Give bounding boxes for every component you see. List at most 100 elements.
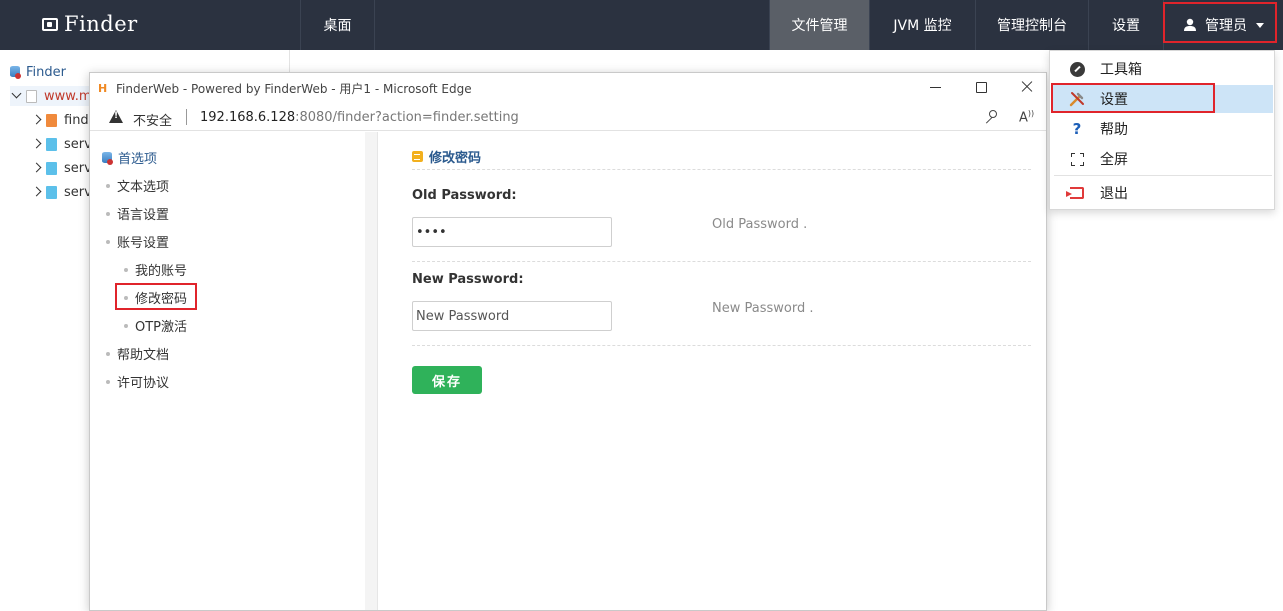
settings-item-help-docs[interactable]: 帮助文档 xyxy=(106,344,169,363)
read-aloud-icon[interactable]: A)) xyxy=(1019,109,1034,125)
menu-item-help[interactable]: ? 帮助 xyxy=(1051,115,1273,143)
nav-jvm-monitor[interactable]: JVM 监控 xyxy=(869,0,975,50)
settings-sidebar: 首选项 文本选项 语言设置 账号设置 我的账号 修改密码 OTP激活 帮助文档 xyxy=(90,132,378,610)
tree-item[interactable]: serv xyxy=(30,134,92,154)
settings-item-language[interactable]: 语言设置 xyxy=(106,204,169,223)
note-icon xyxy=(412,151,423,162)
nav-file-manager[interactable]: 文件管理 xyxy=(769,0,869,50)
sidebar-scrollbar[interactable] xyxy=(365,132,377,610)
folder-icon xyxy=(46,113,57,127)
settings-item-label: 文本选项 xyxy=(117,180,170,195)
tree-host-label: www.m xyxy=(44,88,92,104)
old-password-label: Old Password: xyxy=(412,188,517,203)
file-icon xyxy=(26,89,37,103)
settings-item-my-account[interactable]: 我的账号 xyxy=(124,260,187,279)
settings-item-otp[interactable]: OTP激活 xyxy=(124,316,187,335)
minimize-icon[interactable] xyxy=(928,79,944,95)
tree-item[interactable]: serv xyxy=(30,182,92,202)
admin-dropdown-menu: 工具箱 设置 ? 帮助 全屏 退出 xyxy=(1049,50,1275,210)
logout-icon xyxy=(1066,185,1085,201)
settings-home[interactable]: 首选项 xyxy=(102,148,157,167)
tree-item-label: serv xyxy=(64,184,92,200)
nav-admin-console[interactable]: 管理控制台 xyxy=(975,0,1088,50)
menu-item-logout[interactable]: 退出 xyxy=(1051,179,1273,207)
settings-item-label: 语言设置 xyxy=(117,208,170,223)
top-navbar: Finder 桌面 文件管理 JVM 监控 管理控制台 设置 管理员 xyxy=(0,0,1283,50)
settings-item-label: 账号设置 xyxy=(117,236,170,251)
section-title-label: 修改密码 xyxy=(429,151,482,166)
menu-divider xyxy=(1054,175,1272,176)
divider xyxy=(412,169,1031,170)
menu-item-label: 帮助 xyxy=(1100,122,1128,138)
settings-item-label: OTP激活 xyxy=(135,320,188,335)
key-icon[interactable] xyxy=(983,110,997,124)
url-text[interactable]: 192.168.6.128:8080/finder?action=finder.… xyxy=(200,110,519,125)
browser-titlebar: H FinderWeb - Powered by FinderWeb - 用户1… xyxy=(90,73,1046,103)
old-password-value: •••• xyxy=(416,224,447,240)
url-rest: :8080/finder?action=finder.setting xyxy=(295,110,519,125)
maximize-icon[interactable] xyxy=(973,79,989,95)
tree-item[interactable]: finde xyxy=(30,110,97,130)
settings-item-label: 我的账号 xyxy=(135,264,188,279)
bullet-icon xyxy=(124,267,128,272)
tree-root[interactable]: Finder xyxy=(10,62,66,82)
old-password-hint: Old Password . xyxy=(712,217,808,232)
tree-item[interactable]: serv xyxy=(30,158,92,178)
nav-file-manager-label: 文件管理 xyxy=(791,18,848,34)
change-password-highlight-box xyxy=(115,283,197,310)
settings-highlight-box xyxy=(1051,83,1215,113)
old-password-input[interactable]: •••• xyxy=(412,217,612,247)
save-button[interactable]: 保存 xyxy=(412,366,482,394)
url-host: 192.168.6.128 xyxy=(200,110,296,125)
database-icon xyxy=(102,151,113,165)
new-password-input[interactable]: New Password xyxy=(412,301,612,331)
settings-item-license[interactable]: 许可协议 xyxy=(106,372,169,391)
monitor-icon xyxy=(42,17,58,31)
bullet-icon xyxy=(124,323,128,328)
browser-title: FinderWeb - Powered by FinderWeb - 用户1 -… xyxy=(116,82,472,96)
address-bar[interactable]: 不安全 192.168.6.128:8080/finder?action=fin… xyxy=(90,103,1046,131)
menu-item-label: 退出 xyxy=(1100,186,1128,202)
app-logo[interactable]: Finder xyxy=(42,10,138,38)
settings-item-label: 帮助文档 xyxy=(117,348,170,363)
address-divider xyxy=(186,109,187,125)
warning-icon xyxy=(109,110,123,123)
bullet-icon xyxy=(106,351,110,356)
chevron-right-icon xyxy=(30,138,42,150)
divider xyxy=(412,345,1031,346)
nav-desktop-label: 桌面 xyxy=(323,18,352,34)
settings-item-account[interactable]: 账号设置 xyxy=(106,232,169,251)
bullet-icon xyxy=(106,183,110,188)
bullet-icon xyxy=(106,239,110,244)
database-icon xyxy=(10,65,21,79)
menu-item-toolbox[interactable]: 工具箱 xyxy=(1051,55,1273,83)
settings-home-label: 首选项 xyxy=(118,152,158,167)
finderweb-icon: H xyxy=(98,82,108,95)
settings-item-text-options[interactable]: 文本选项 xyxy=(106,176,169,195)
insecure-label[interactable]: 不安全 xyxy=(133,110,172,129)
chevron-down-icon xyxy=(10,90,22,102)
nav-settings[interactable]: 设置 xyxy=(1088,0,1163,50)
chevron-right-icon xyxy=(30,186,42,198)
chevron-right-icon xyxy=(30,162,42,174)
settings-content: 修改密码 Old Password: •••• Old Password . N… xyxy=(391,132,1046,610)
nav-desktop[interactable]: 桌面 xyxy=(300,0,374,50)
fullscreen-icon xyxy=(1069,151,1085,167)
menu-item-fullscreen[interactable]: 全屏 xyxy=(1051,145,1273,173)
section-title: 修改密码 xyxy=(412,147,481,166)
nav-jvm-monitor-label: JVM 监控 xyxy=(893,18,952,34)
folder-icon xyxy=(46,137,57,151)
new-password-placeholder: New Password xyxy=(416,308,510,324)
nav-admin-console-label: 管理控制台 xyxy=(997,18,1067,34)
folder-icon xyxy=(46,185,57,199)
close-icon[interactable] xyxy=(1019,79,1035,95)
bullet-icon xyxy=(106,379,110,384)
question-icon: ? xyxy=(1072,120,1082,138)
nav-settings-label: 设置 xyxy=(1112,18,1140,34)
admin-highlight-box xyxy=(1163,2,1277,43)
tree-item-label: serv xyxy=(64,136,92,152)
logo-text: Finder xyxy=(64,12,138,36)
new-password-hint: New Password . xyxy=(712,301,814,316)
nav-divider xyxy=(374,0,375,50)
tree-item-label: serv xyxy=(64,160,92,176)
